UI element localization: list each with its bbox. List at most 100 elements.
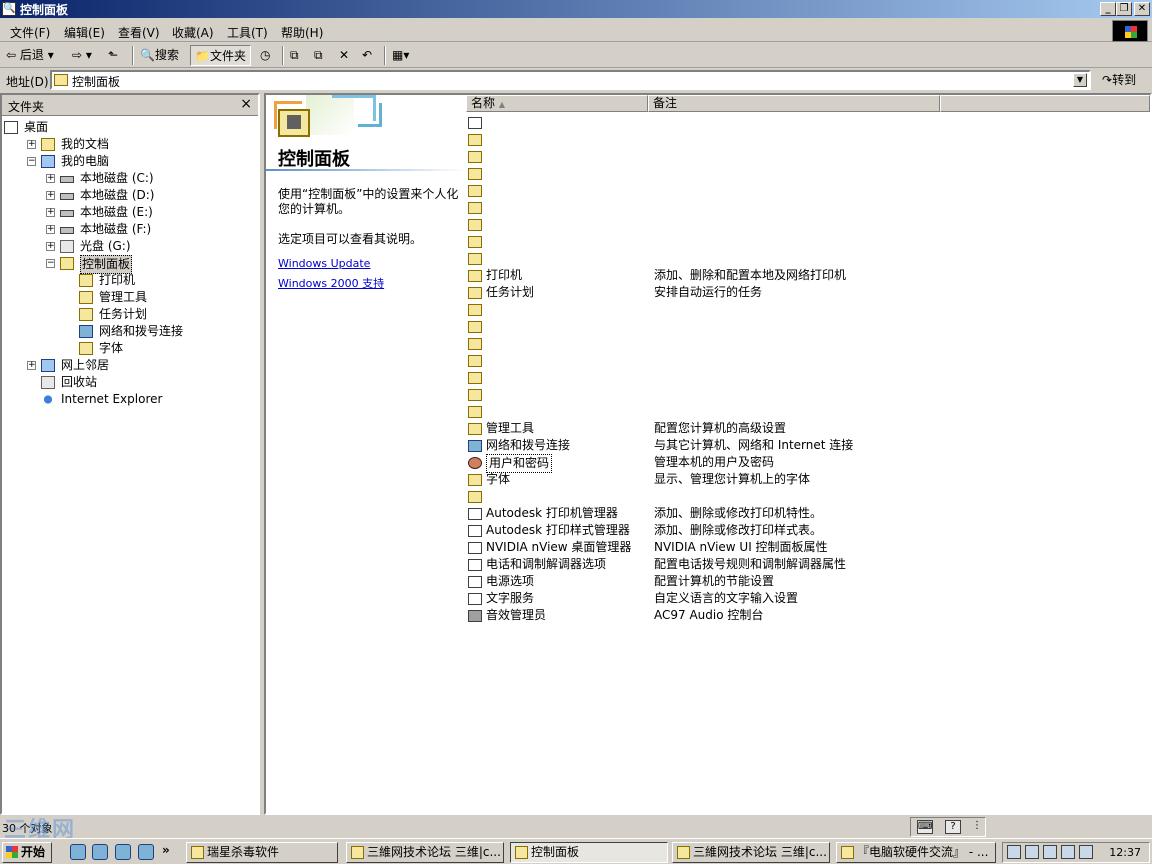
tree-item-label: 桌面: [24, 120, 49, 134]
drive-icon: [60, 176, 74, 183]
recycle-bin-icon: [41, 376, 55, 389]
status-bar: 30 个对象 ⌨ ? ⋮: [0, 816, 1152, 838]
history-icon[interactable]: ◷: [260, 45, 270, 66]
toolbar-separator: [132, 46, 134, 65]
expand-icon[interactable]: +: [27, 361, 36, 370]
collapse-icon[interactable]: −: [46, 259, 55, 268]
printer-icon: [468, 270, 482, 282]
address-dropdown-icon[interactable]: ▼: [1073, 73, 1087, 87]
item-comment: 配置计算机的节能设置: [654, 574, 775, 588]
volume-icon[interactable]: [1025, 845, 1039, 859]
restore-button[interactable]: ❐: [1116, 2, 1132, 16]
item-name: 打印机: [486, 268, 523, 282]
close-folders-button[interactable]: ×: [240, 96, 252, 112]
back-button[interactable]: ⇦ 后退 ▾: [6, 45, 54, 66]
show-desktop-icon[interactable]: [70, 844, 86, 860]
window-icon[interactable]: 🔍: [2, 2, 16, 16]
undo-icon[interactable]: ↶: [362, 45, 372, 66]
ie-icon: [841, 846, 854, 859]
forward-button[interactable]: ⇨ ▾: [72, 45, 92, 66]
folder-icon: [468, 406, 482, 418]
folder-icon: [468, 219, 482, 231]
folder-icon: [468, 389, 482, 401]
update-tray-icon[interactable]: [1061, 845, 1075, 859]
folder-icon: [468, 134, 482, 146]
up-folder-icon[interactable]: ⬑: [108, 45, 118, 66]
windows-update-link[interactable]: Windows Update: [278, 257, 370, 270]
menu-edit[interactable]: 编辑(E): [64, 24, 105, 41]
windows-support-link[interactable]: Windows 2000 支持: [278, 275, 384, 291]
item-comment: 配置电话拨号规则和调制解调器属性: [654, 557, 847, 571]
network-tray-icon[interactable]: [1043, 845, 1057, 859]
task-rising-antivirus[interactable]: 瑞星杀毒软件: [186, 842, 338, 863]
column-header-name[interactable]: 名称 ▲: [466, 95, 648, 112]
ie-tray-icon[interactable]: [1007, 845, 1021, 859]
menu-tools[interactable]: 工具(T): [227, 24, 268, 41]
move-to-icon[interactable]: ⧉: [290, 45, 299, 66]
expand-icon[interactable]: +: [27, 140, 36, 149]
address-input[interactable]: 控制面板 ▼: [50, 70, 1091, 90]
item-name: 任务计划: [486, 285, 535, 299]
go-button[interactable]: ↷转到: [1098, 70, 1136, 90]
copy-to-icon[interactable]: ⧉: [314, 45, 323, 66]
text-services-icon: [468, 593, 482, 605]
tree-item-label: 网络和拨号连接: [99, 324, 184, 338]
task-forum-2[interactable]: 三維网技术论坛 三维|c...: [672, 842, 830, 863]
tree-item-label: 任务计划: [99, 307, 148, 321]
expand-icon[interactable]: +: [46, 174, 55, 183]
item-name: 网络和拨号连接: [486, 438, 571, 452]
start-button[interactable]: 开始: [2, 842, 52, 863]
quicklaunch-overflow-icon[interactable]: »: [162, 843, 170, 857]
menu-file[interactable]: 文件(F): [10, 24, 50, 41]
collapse-icon[interactable]: −: [27, 157, 36, 166]
address-value: 控制面板: [72, 75, 121, 89]
column-header-comment[interactable]: 备注: [648, 95, 940, 112]
task-forum-1[interactable]: 三維网技术论坛 三维|c...: [346, 842, 504, 863]
folders-pane: 文件夹 × 桌面 + 我的文档 − 我的电脑 + 本地磁盘 (C:) + 本地磁盘 (D:) + 本…: [0, 93, 260, 815]
help-icon[interactable]: ?: [945, 820, 961, 834]
menu-view[interactable]: 查看(V): [118, 24, 160, 41]
task-control-panel[interactable]: 控制面板: [510, 842, 668, 863]
item-name: 文字服务: [486, 591, 535, 605]
address-bar: 地址(D) 控制面板 ▼ ↷转到: [0, 69, 1152, 92]
folder-icon: [468, 372, 482, 384]
windows-logo-icon: [1112, 20, 1148, 42]
task-hardware-forum[interactable]: 『电脑软硬件交流』 - ...: [836, 842, 996, 863]
menu-help[interactable]: 帮助(H): [281, 24, 323, 41]
folder-icon: [468, 236, 482, 248]
expand-icon[interactable]: +: [46, 242, 55, 251]
views-button[interactable]: ▦▾: [392, 45, 409, 66]
folder-icon: [468, 304, 482, 316]
app-quicklaunch-icon[interactable]: [138, 844, 154, 860]
power-icon: [468, 576, 482, 588]
item-comment: 添加、删除或修改打印样式表。: [654, 523, 823, 537]
users-icon: [468, 457, 482, 469]
folder-icon: [468, 168, 482, 180]
item-comment: 添加、删除或修改打印机特性。: [654, 506, 823, 520]
search-button[interactable]: 🔍搜索: [140, 45, 179, 66]
scheduled-tasks-icon: [79, 308, 93, 321]
tree-item-label: 光盘 (G:): [80, 239, 131, 253]
menu-favorites[interactable]: 收藏(A): [172, 24, 214, 41]
expand-icon[interactable]: +: [46, 208, 55, 217]
expand-icon[interactable]: +: [46, 225, 55, 234]
expand-icon[interactable]: +: [46, 191, 55, 200]
close-button[interactable]: ✕: [1134, 2, 1150, 16]
applet-icon: [468, 508, 482, 520]
control-panel-icon: [54, 74, 68, 86]
folder-icon: [468, 202, 482, 214]
ie-quicklaunch-icon[interactable]: [92, 844, 108, 860]
folder-icon: [468, 151, 482, 163]
minimize-button[interactable]: _: [1100, 2, 1116, 16]
folders-title: 文件夹: [8, 100, 45, 114]
outlook-quicklaunch-icon[interactable]: [115, 844, 131, 860]
folders-button[interactable]: 📁文件夹: [190, 45, 251, 66]
tree-item-label: 本地磁盘 (C:): [80, 171, 154, 185]
item-name: 电话和调制解调器选项: [486, 557, 607, 571]
delete-icon[interactable]: ✕: [339, 45, 349, 66]
rising-icon: [191, 846, 204, 859]
antivirus-tray-icon[interactable]: [1079, 845, 1093, 859]
toolbar-separator: [282, 46, 284, 65]
desktop-icon: [4, 121, 18, 134]
item-name: 音效管理员: [486, 608, 547, 622]
